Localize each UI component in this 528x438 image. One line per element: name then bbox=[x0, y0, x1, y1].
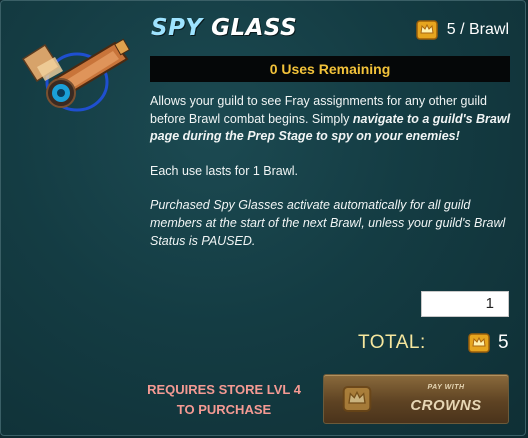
uses-remaining-label: 0 Uses Remaining bbox=[269, 61, 391, 77]
item-title-part2: GLASS bbox=[211, 15, 298, 41]
cost-label: 5 / Brawl bbox=[446, 21, 509, 38]
pay-with-crowns-button[interactable]: PAY WITH CROWNS bbox=[323, 374, 509, 424]
item-title: SPY GLASS bbox=[151, 15, 297, 41]
item-description: Allows your guild to see Fray assignment… bbox=[150, 93, 512, 250]
description-text-3: Purchased Spy Glasses activate automatic… bbox=[150, 198, 506, 248]
pay-button-label: CROWNS bbox=[410, 397, 482, 414]
description-paragraph-3: Purchased Spy Glasses activate automatic… bbox=[150, 197, 512, 250]
pay-button-small-label: PAY WITH bbox=[427, 384, 465, 391]
crown-icon bbox=[416, 20, 438, 40]
spyglass-icon bbox=[21, 38, 131, 112]
crown-icon bbox=[342, 386, 372, 412]
total-value: 5 bbox=[498, 332, 509, 353]
crown-icon bbox=[468, 333, 490, 353]
description-paragraph-2: Each use lasts for 1 Brawl. bbox=[150, 163, 298, 178]
description-paragraph-1: Allows your guild to see Fray assignment… bbox=[150, 93, 512, 146]
requirement-line-2: TO PURCHASE bbox=[176, 402, 272, 417]
requirement-message: REQUIRES STORE LVL 4 TO PURCHASE bbox=[141, 380, 307, 420]
total-label: TOTAL: bbox=[358, 332, 426, 353]
uses-remaining-bar: 0 Uses Remaining bbox=[150, 56, 510, 82]
item-title-part1: SPY bbox=[151, 15, 203, 41]
requirement-line-1: REQUIRES STORE LVL 4 bbox=[147, 382, 301, 397]
quantity-input[interactable]: 1 bbox=[421, 291, 509, 317]
spy-glass-store-panel: SPY GLASS 5 / Brawl 0 Uses Remaining All… bbox=[0, 0, 526, 436]
cost-per-brawl: 5 / Brawl bbox=[415, 18, 509, 42]
